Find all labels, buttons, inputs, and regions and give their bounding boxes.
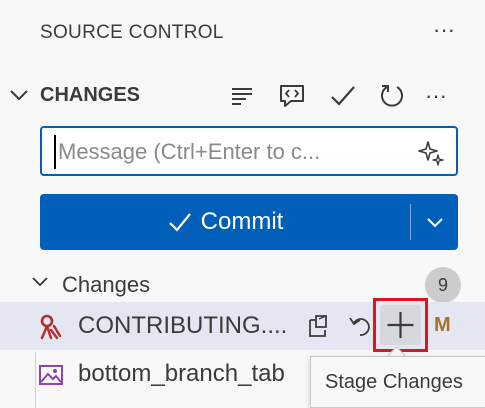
tree-indent-guide <box>35 352 36 408</box>
git-file-icon <box>40 314 62 340</box>
image-file-icon <box>39 365 63 385</box>
commit-button-divider <box>410 204 411 240</box>
modified-status: M <box>434 314 451 336</box>
discard-changes-icon[interactable] <box>344 310 376 342</box>
chevron-down-icon[interactable] <box>8 84 30 106</box>
check-icon <box>168 213 191 232</box>
panel-title: SOURCE CONTROL <box>40 22 224 43</box>
commit-message-box[interactable] <box>40 126 458 176</box>
stage-changes-highlight <box>373 298 428 352</box>
refresh-icon[interactable] <box>376 80 408 112</box>
section-title: CHANGES <box>40 84 141 106</box>
open-file-icon[interactable] <box>302 310 334 342</box>
chevron-down-icon <box>427 218 443 228</box>
file-name: CONTRIBUTING.... <box>78 312 288 339</box>
changes-count-badge: 9 <box>425 267 461 303</box>
more-actions-icon[interactable]: ··· <box>420 80 452 112</box>
sparkle-icon[interactable] <box>416 138 446 168</box>
source-control-panel: SOURCE CONTROL ··· CHANGES ··· Message (… <box>0 0 485 408</box>
more-actions-icon[interactable]: ··· <box>433 18 455 42</box>
commit-message-input[interactable] <box>58 136 408 168</box>
changes-section-header[interactable]: CHANGES ··· <box>0 74 485 116</box>
commit-button-group: Commit <box>40 194 458 250</box>
panel-header: SOURCE CONTROL ··· <box>0 0 485 70</box>
stage-changes-tooltip: Stage Changes <box>310 356 485 408</box>
commit-chat-icon[interactable] <box>276 80 308 112</box>
file-name: bottom_branch_tab <box>78 360 285 387</box>
tooltip-text: Stage Changes <box>325 371 463 393</box>
stage-changes-button[interactable] <box>380 305 421 345</box>
commit-button-label: Commit <box>200 208 284 235</box>
commit-button[interactable]: Commit <box>40 194 410 250</box>
view-as-tree-icon[interactable] <box>226 80 258 112</box>
commit-dropdown-button[interactable] <box>412 194 458 250</box>
commit-check-icon[interactable] <box>327 80 359 112</box>
chevron-down-icon[interactable] <box>30 272 50 292</box>
text-caret <box>54 135 56 169</box>
changes-group-label: Changes <box>62 272 151 297</box>
plus-icon <box>387 312 414 338</box>
